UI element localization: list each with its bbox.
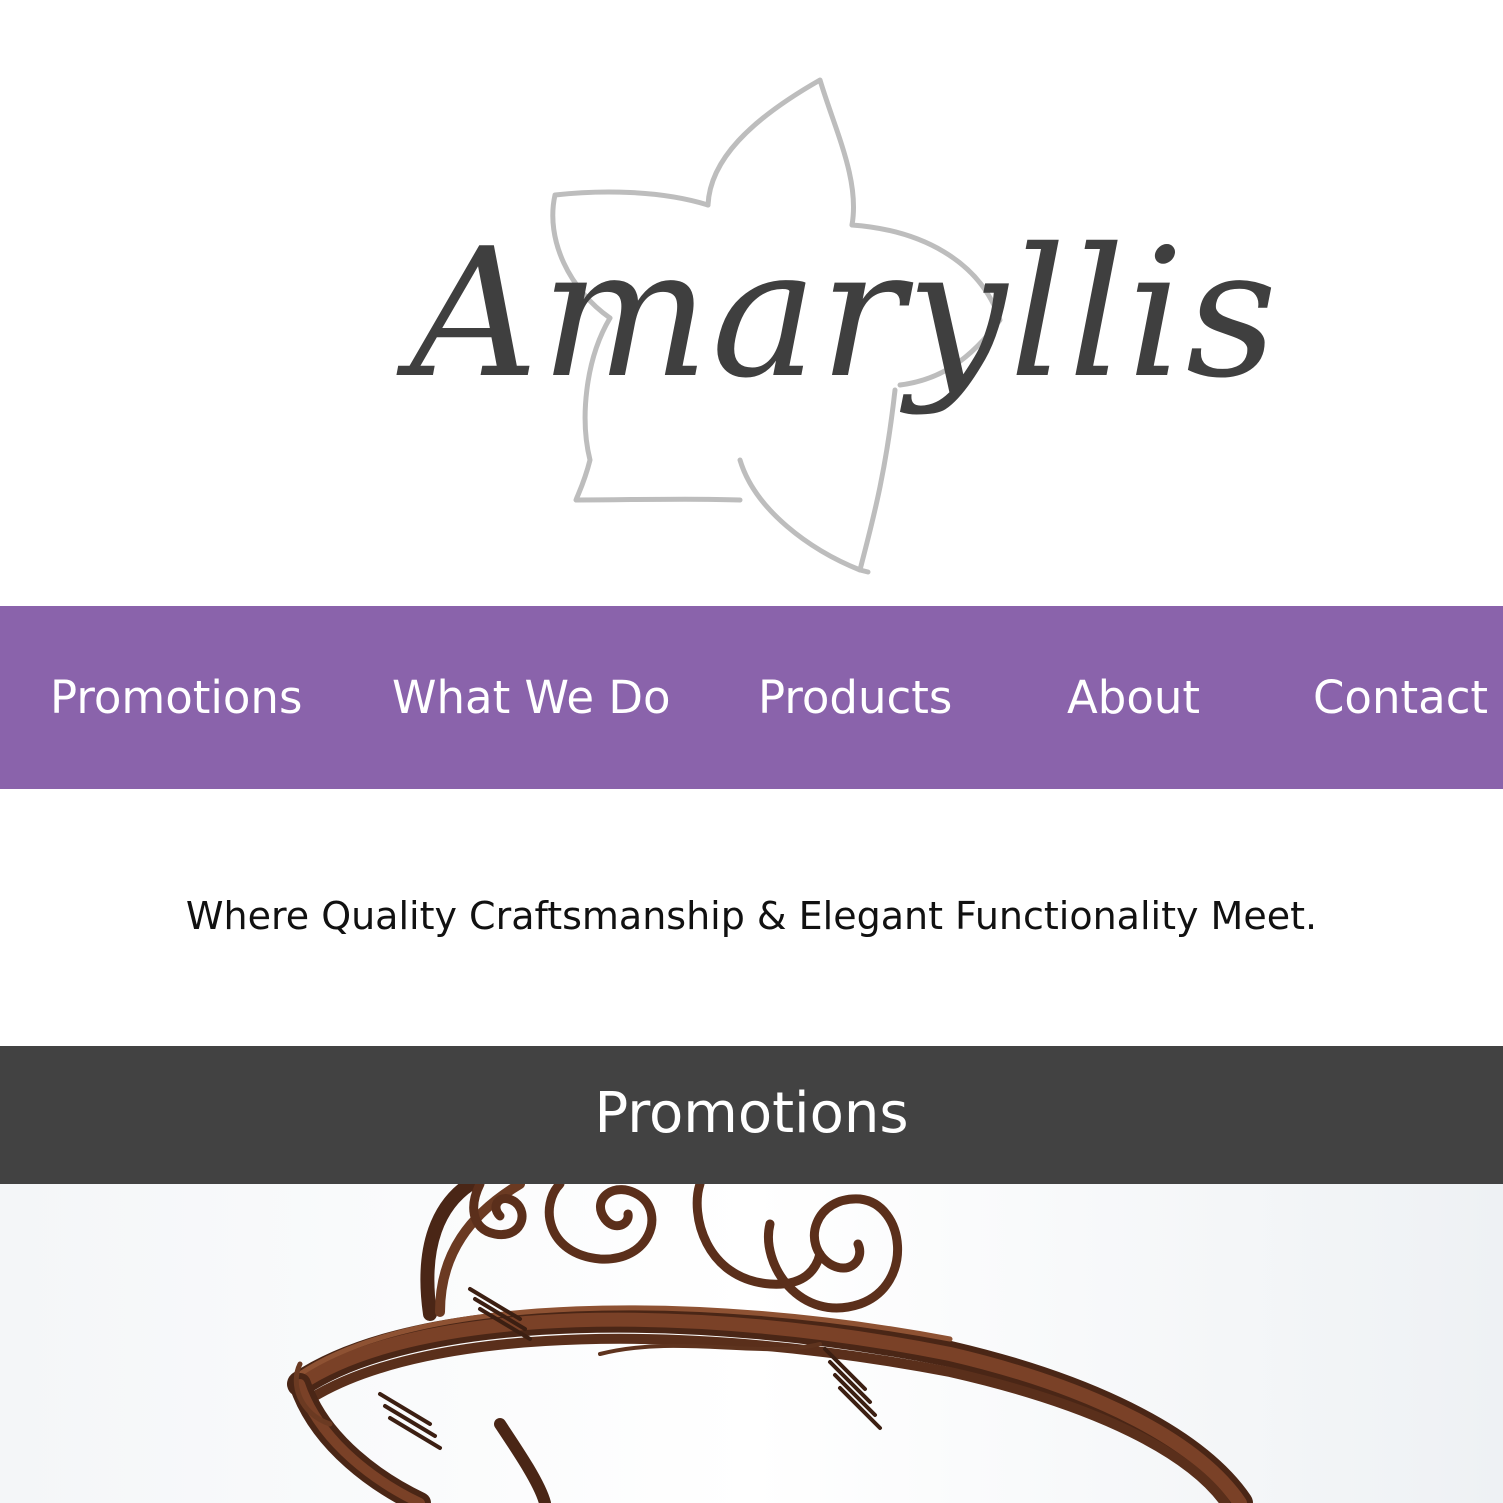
nav-item-what-we-do[interactable]: What We Do <box>392 606 671 789</box>
page: Amaryllis Promotions What We Do Products… <box>0 0 1503 1503</box>
copper-bracelet-image <box>0 1184 1503 1503</box>
tagline: Where Quality Craftsmanship & Elegant Fu… <box>185 894 1318 938</box>
nav-item-products[interactable]: Products <box>758 606 952 789</box>
section-title: Promotions <box>594 1081 909 1146</box>
nav-item-about[interactable]: About <box>1067 606 1200 789</box>
promo-image[interactable] <box>0 1184 1503 1503</box>
site-logo[interactable]: Amaryllis <box>380 60 1280 590</box>
promotions-section-header: Promotions <box>0 1046 1503 1184</box>
main-nav: Promotions What We Do Products About Con… <box>0 606 1503 789</box>
nav-item-contact[interactable]: Contact <box>1313 606 1488 789</box>
site-header: Amaryllis <box>0 0 1503 606</box>
nav-item-promotions[interactable]: Promotions <box>50 606 302 789</box>
logo-wordmark: Amaryllis <box>410 210 1280 417</box>
